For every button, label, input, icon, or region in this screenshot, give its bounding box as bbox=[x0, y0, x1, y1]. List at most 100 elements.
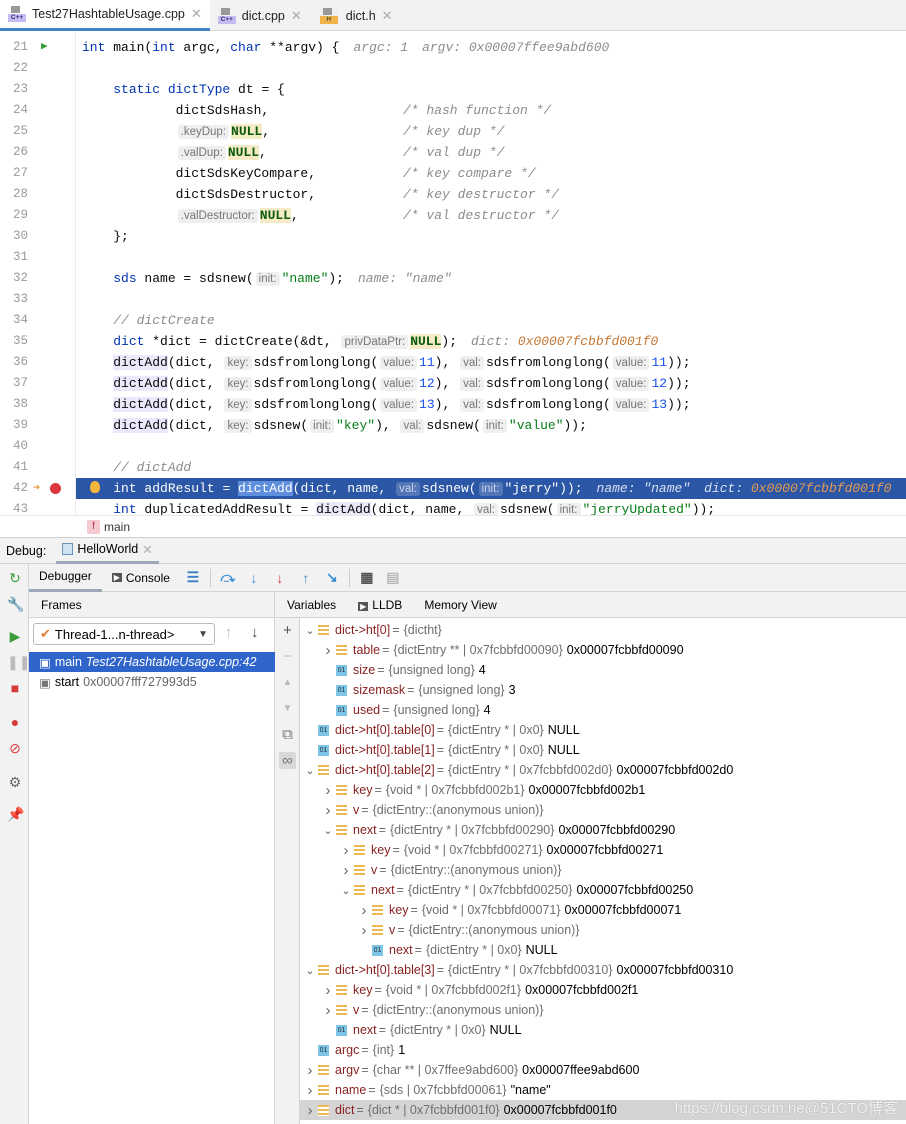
chevron-right-icon[interactable]: › bbox=[320, 1002, 336, 1019]
close-icon[interactable]: ✕ bbox=[382, 8, 393, 24]
line-number[interactable]: 43 bbox=[0, 499, 28, 515]
chevron-right-icon[interactable]: › bbox=[320, 642, 336, 659]
tab-variables[interactable]: Variables bbox=[287, 598, 336, 612]
line-number[interactable]: 23 bbox=[0, 79, 28, 100]
code-line[interactable]: dictAdd(dict, key: sdsfromlonglong(value:… bbox=[76, 373, 906, 394]
previous-frame-icon[interactable]: ↑ bbox=[225, 624, 233, 641]
chevron-right-icon[interactable]: › bbox=[320, 802, 336, 819]
menu-icon[interactable]: ☰ bbox=[180, 569, 206, 586]
variable-row[interactable]: › key = {void * | 0x7fcbbfd002b1} 0x00007fc… bbox=[300, 780, 906, 800]
frame-item[interactable]: ▣ start 0x00007fff727993d5 bbox=[29, 672, 275, 692]
thread-selector[interactable]: ✔ Thread-1...n-thread> ▼ bbox=[33, 623, 215, 645]
breadcrumb[interactable]: f main bbox=[0, 515, 906, 537]
variable-row[interactable]: ⌄ next = {dictEntry * | 0x7fcbbfd00250} 0x0… bbox=[300, 880, 906, 900]
chevron-right-icon[interactable]: › bbox=[356, 922, 372, 939]
line-number[interactable]: 22 bbox=[0, 58, 28, 79]
code-line[interactable]: dictSdsKeyCompare, /* key compare */ bbox=[76, 163, 906, 184]
settings-icon[interactable]: ⚙ bbox=[7, 774, 23, 790]
variable-row[interactable]: › v = {dictEntry::(anonymous union)} bbox=[300, 860, 906, 880]
variable-row[interactable]: › key = {void * | 0x7fcbbfd00271} 0x00007fc… bbox=[300, 840, 906, 860]
chevron-down-icon[interactable]: ⌄ bbox=[320, 824, 336, 837]
variable-row[interactable]: ⌄ dict->ht[0].table[3] = {dictEntry * | 0x… bbox=[300, 960, 906, 980]
chevron-down-icon[interactable]: ⌄ bbox=[338, 884, 354, 897]
chevron-right-icon[interactable]: › bbox=[302, 1102, 318, 1119]
move-down-icon[interactable]: ▼ bbox=[279, 700, 296, 717]
resume-icon[interactable]: ▶ bbox=[7, 628, 23, 644]
line-number[interactable]: 33 bbox=[0, 289, 28, 310]
close-icon[interactable]: ✕ bbox=[291, 8, 302, 24]
add-watch-icon[interactable]: + bbox=[279, 622, 296, 639]
tab-file[interactable]: C++ Test27HashtableUsage.cpp ✕ bbox=[0, 0, 210, 31]
line-number[interactable]: 26 bbox=[0, 142, 28, 163]
chevron-down-icon[interactable]: ⌄ bbox=[302, 964, 318, 977]
debug-session-tab[interactable]: HelloWorld ✕ bbox=[56, 538, 159, 564]
line-number[interactable]: 21 bbox=[0, 37, 28, 58]
variable-row[interactable]: › v = {dictEntry::(anonymous union)} bbox=[300, 1000, 906, 1020]
code-line[interactable]: int main(int argc, char **argv) {argc: 1… bbox=[76, 37, 906, 58]
tab-debugger[interactable]: Debugger bbox=[29, 564, 102, 592]
run-icon[interactable]: ▶ bbox=[41, 37, 48, 58]
code-line[interactable] bbox=[76, 436, 906, 457]
code-line[interactable]: }; bbox=[76, 226, 906, 247]
rerun-icon[interactable]: ↻ bbox=[7, 570, 23, 586]
line-number[interactable]: 25 bbox=[0, 121, 28, 142]
wrench-icon[interactable]: 🔧 bbox=[7, 596, 24, 612]
variable-row[interactable]: › key = {void * | 0x7fcbbfd00071} 0x00007fc… bbox=[300, 900, 906, 920]
line-number[interactable]: 38 bbox=[0, 394, 28, 415]
breakpoint-icon[interactable] bbox=[50, 483, 61, 494]
tab-file[interactable]: C++ dict.cpp ✕ bbox=[210, 0, 310, 31]
code-line[interactable]: .valDup: NULL, /* val dup */ bbox=[76, 142, 906, 163]
trace-icon[interactable]: ▤ bbox=[380, 569, 406, 586]
variable-row[interactable]: › dict = {dict * | 0x7fcbbfd001f0} 0x00007f… bbox=[300, 1100, 906, 1120]
step-over-icon[interactable]: ⤼ bbox=[215, 569, 241, 586]
stop-icon[interactable]: ■ bbox=[7, 680, 23, 696]
line-number[interactable]: 30 bbox=[0, 226, 28, 247]
variable-row[interactable]: 01 next = {dictEntry * | 0x0} NULL bbox=[300, 1020, 906, 1040]
chevron-down-icon[interactable]: ⌄ bbox=[302, 624, 318, 637]
line-number[interactable]: 29 bbox=[0, 205, 28, 226]
chevron-right-icon[interactable]: › bbox=[338, 862, 354, 879]
variable-row[interactable]: › v = {dictEntry::(anonymous union)} bbox=[300, 800, 906, 820]
code-line[interactable] bbox=[76, 247, 906, 268]
line-number[interactable]: 34 bbox=[0, 310, 28, 331]
step-into-icon[interactable]: ↓ bbox=[241, 570, 267, 586]
chevron-right-icon[interactable]: › bbox=[356, 902, 372, 919]
chevron-right-icon[interactable]: › bbox=[320, 782, 336, 799]
line-number[interactable]: 27 bbox=[0, 163, 28, 184]
chevron-right-icon[interactable]: › bbox=[302, 1062, 318, 1079]
tab-console[interactable]: ▶ Console bbox=[102, 564, 180, 592]
variable-row[interactable]: › table = {dictEntry ** | 0x7fcbbfd00090} 0… bbox=[300, 640, 906, 660]
variable-row[interactable]: ⌄ next = {dictEntry * | 0x7fcbbfd00290} 0x0… bbox=[300, 820, 906, 840]
variable-row[interactable]: › v = {dictEntry::(anonymous union)} bbox=[300, 920, 906, 940]
chevron-right-icon[interactable]: › bbox=[320, 982, 336, 999]
view-breakpoints-icon[interactable]: ● bbox=[7, 714, 23, 730]
code-line[interactable]: dictSdsDestructor, /* key destructor */ bbox=[76, 184, 906, 205]
run-to-cursor-icon[interactable]: ↘ bbox=[319, 569, 345, 586]
close-icon[interactable]: ✕ bbox=[191, 6, 202, 22]
variable-row[interactable]: › name = {sds | 0x7fcbbfd00061} "name" bbox=[300, 1080, 906, 1100]
line-number[interactable]: 41 bbox=[0, 457, 28, 478]
code-line[interactable]: // dictAdd bbox=[76, 457, 906, 478]
variable-row[interactable]: 01 argc = {int} 1 bbox=[300, 1040, 906, 1060]
breadcrumb-function[interactable]: main bbox=[104, 520, 130, 534]
code-line[interactable]: dictAdd(dict, key: sdsfromlonglong(value:… bbox=[76, 394, 906, 415]
current-execution-line[interactable]: int addResult = dictAdd(dict, name, val:… bbox=[76, 478, 906, 499]
variable-row[interactable]: ⌄ dict->ht[0].table[2] = {dictEntry * | 0x… bbox=[300, 760, 906, 780]
variable-row[interactable]: ⌄ dict->ht[0] = {dictht} bbox=[300, 620, 906, 640]
variable-row[interactable]: 01 sizemask = {unsigned long} 3 bbox=[300, 680, 906, 700]
pin-icon[interactable]: 📌 bbox=[7, 806, 24, 822]
code-editor[interactable]: 2021222324252627282930313233343536373839… bbox=[0, 31, 906, 515]
remove-watch-icon[interactable]: − bbox=[279, 648, 296, 665]
code-line[interactable]: dict *dict = dictCreate(&dt, privDataPtr… bbox=[76, 331, 906, 352]
variable-row[interactable]: 01 used = {unsigned long} 4 bbox=[300, 700, 906, 720]
variable-row[interactable]: › key = {void * | 0x7fcbbfd002f1} 0x00007fc… bbox=[300, 980, 906, 1000]
tab-file[interactable]: Hdict.h ✕ bbox=[310, 0, 401, 31]
code-line[interactable]: static dictType dt = { bbox=[76, 79, 906, 100]
step-out-icon[interactable]: ↑ bbox=[293, 570, 319, 586]
line-number[interactable]: 37 bbox=[0, 373, 28, 394]
force-step-into-icon[interactable]: ↓ bbox=[267, 570, 293, 586]
line-number[interactable]: 24 bbox=[0, 100, 28, 121]
tab-lldb[interactable]: ▶ LLDB bbox=[358, 598, 402, 612]
frame-item[interactable]: ▣ main Test27HashtableUsage.cpp:42 bbox=[29, 652, 275, 672]
code-line[interactable]: dictSdsHash, /* hash function */ bbox=[76, 100, 906, 121]
